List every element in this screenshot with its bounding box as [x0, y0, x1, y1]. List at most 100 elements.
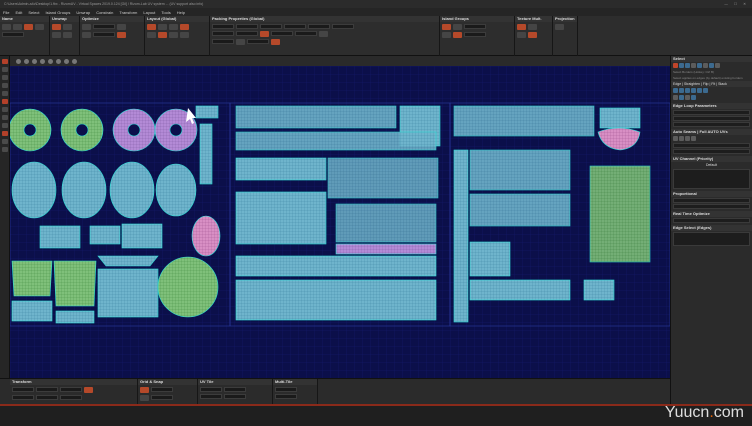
tool-icon[interactable] — [673, 136, 678, 141]
parameter-field[interactable] — [673, 149, 750, 154]
tool-icon[interactable] — [685, 95, 690, 100]
uv-canvas[interactable] — [10, 66, 670, 378]
group-field[interactable] — [464, 24, 486, 29]
packing-field[interactable] — [308, 24, 330, 29]
packing-field[interactable] — [284, 24, 306, 29]
ribbon-button[interactable] — [260, 31, 269, 37]
display-icon[interactable] — [56, 58, 61, 64]
ribbon-button[interactable] — [117, 32, 126, 38]
menu-edit[interactable]: Edit — [15, 10, 22, 15]
select-mode-icon[interactable] — [679, 63, 684, 68]
menu-tools[interactable]: Tools — [161, 10, 170, 15]
packing-field[interactable] — [260, 24, 282, 29]
tool-icon[interactable] — [697, 88, 702, 93]
transform-field[interactable] — [36, 395, 58, 400]
name-field[interactable] — [2, 32, 24, 37]
ribbon-button[interactable] — [517, 32, 526, 38]
ribbon-button[interactable] — [169, 32, 178, 38]
menu-constrain[interactable]: Constrain — [96, 10, 113, 15]
tool-icon[interactable] — [679, 136, 684, 141]
tool-icon[interactable] — [691, 95, 696, 100]
optimize-field[interactable] — [93, 24, 115, 29]
ribbon-button[interactable] — [117, 24, 126, 30]
tool-icon[interactable] — [703, 88, 708, 93]
ribbon-button[interactable] — [271, 39, 280, 45]
menu-help[interactable]: Help — [177, 10, 185, 15]
multi-tile-field[interactable] — [275, 394, 297, 399]
display-icon[interactable] — [72, 58, 77, 64]
display-icon[interactable] — [48, 58, 53, 64]
transform-field[interactable] — [60, 395, 82, 400]
ribbon-button[interactable] — [2, 24, 11, 30]
transform-field[interactable] — [36, 387, 58, 392]
ribbon-button[interactable] — [63, 32, 72, 38]
tile-field[interactable] — [224, 394, 246, 399]
optimize-field[interactable] — [93, 32, 115, 37]
parameter-field[interactable] — [673, 204, 750, 209]
ribbon-button[interactable] — [528, 24, 537, 30]
select-mode-icon[interactable] — [703, 63, 708, 68]
transform-field[interactable] — [12, 387, 34, 392]
parameter-field[interactable] — [673, 122, 750, 127]
display-icon[interactable] — [16, 58, 21, 64]
display-icon[interactable] — [40, 58, 45, 64]
minimize-icon[interactable]: — — [724, 2, 728, 6]
tool-icon[interactable] — [679, 95, 684, 100]
ribbon-button[interactable] — [158, 32, 167, 38]
packing-field[interactable] — [212, 39, 234, 44]
tile-field[interactable] — [224, 387, 246, 392]
packing-field[interactable] — [332, 24, 354, 29]
packing-field[interactable] — [212, 24, 234, 29]
scale-tool-icon[interactable] — [2, 83, 8, 88]
transform-field[interactable] — [60, 387, 82, 392]
tool-icon[interactable] — [2, 123, 8, 128]
ribbon-button[interactable] — [169, 24, 178, 30]
select-mode-icon[interactable] — [709, 63, 714, 68]
ribbon-button[interactable] — [13, 24, 22, 30]
packing-field[interactable] — [247, 39, 269, 44]
menu-island-groups[interactable]: Island Groups — [45, 10, 70, 15]
parameter-field[interactable] — [673, 110, 750, 115]
tool-icon[interactable] — [691, 88, 696, 93]
select-mode-icon[interactable] — [691, 63, 696, 68]
group-field[interactable] — [464, 32, 486, 37]
tile-field[interactable] — [200, 394, 222, 399]
tool-icon[interactable] — [2, 131, 8, 136]
snap-button[interactable] — [140, 387, 149, 393]
select-mode-icon[interactable] — [685, 63, 690, 68]
display-icon[interactable] — [64, 58, 69, 64]
menu-transform[interactable]: Transform — [119, 10, 137, 15]
ribbon-button[interactable] — [140, 395, 149, 401]
ribbon-button[interactable] — [82, 32, 91, 38]
menu-select[interactable]: Select — [28, 10, 39, 15]
ribbon-button[interactable] — [180, 24, 189, 30]
ribbon-button[interactable] — [442, 24, 451, 30]
transform-field[interactable] — [12, 395, 34, 400]
select-tool-icon[interactable] — [2, 59, 8, 64]
display-icon[interactable] — [24, 58, 29, 64]
parameter-field[interactable] — [673, 218, 750, 223]
menu-unwrap[interactable]: Unwrap — [76, 10, 90, 15]
uv-viewport[interactable] — [10, 66, 670, 378]
maximize-icon[interactable]: ☐ — [734, 2, 737, 6]
ribbon-button[interactable] — [319, 31, 328, 37]
menu-layout[interactable]: Layout — [143, 10, 155, 15]
ribbon-button[interactable] — [442, 32, 451, 38]
select-mode-icon[interactable] — [697, 63, 702, 68]
packing-field[interactable] — [271, 31, 293, 36]
parameter-field[interactable] — [673, 198, 750, 203]
packing-field[interactable] — [212, 31, 234, 36]
ribbon-button[interactable] — [63, 24, 72, 30]
tool-icon[interactable] — [673, 95, 678, 100]
packing-field[interactable] — [236, 24, 258, 29]
ribbon-button[interactable] — [517, 24, 526, 30]
tool-icon[interactable] — [679, 88, 684, 93]
tool-icon[interactable] — [2, 107, 8, 112]
ribbon-button[interactable] — [453, 32, 462, 38]
ribbon-button[interactable] — [147, 32, 156, 38]
tool-icon[interactable] — [691, 136, 696, 141]
tool-icon[interactable] — [2, 99, 8, 104]
multi-tile-field[interactable] — [275, 387, 297, 392]
tool-icon[interactable] — [2, 91, 8, 96]
tool-icon[interactable] — [2, 139, 8, 144]
